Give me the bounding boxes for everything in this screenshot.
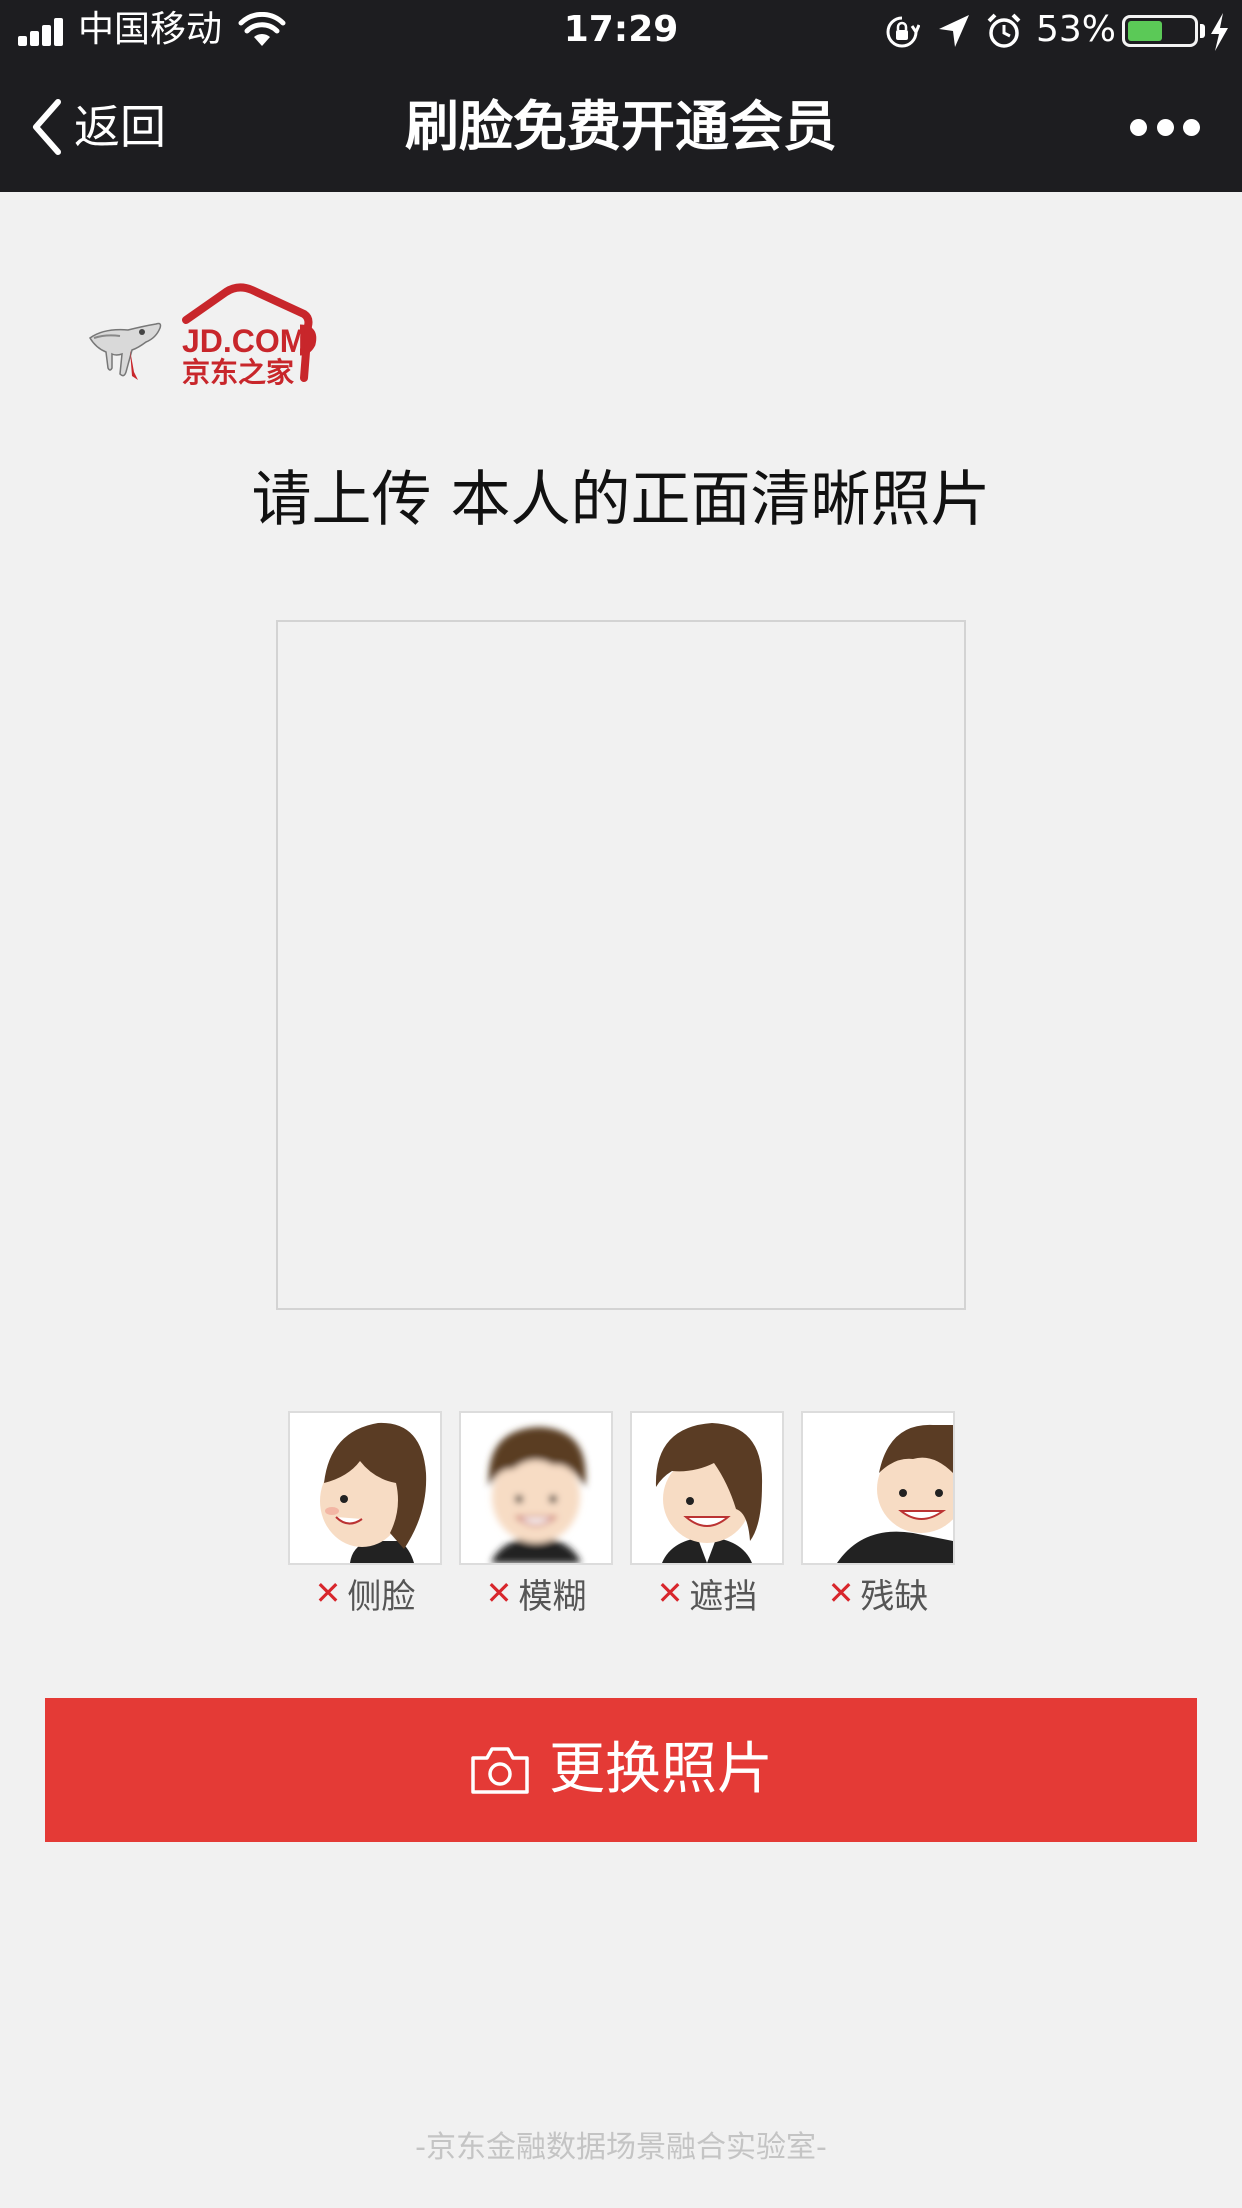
jd-home-logo: JD.COM 京东之家 xyxy=(89,283,317,389)
battery-percent: 53% xyxy=(1036,9,1117,50)
more-dots-icon[interactable] xyxy=(1130,110,1200,144)
change-photo-button[interactable]: 更换照片 xyxy=(45,1698,1197,1842)
cross-icon: ✕ xyxy=(827,1574,855,1612)
example-label: 侧脸 xyxy=(347,1576,416,1617)
logo-text-en: JD.COM xyxy=(182,323,306,359)
occluded-avatar xyxy=(630,1411,784,1565)
page-title: 刷脸免费开通会员 xyxy=(405,95,837,158)
alarm-icon xyxy=(987,13,1021,48)
cross-icon: ✕ xyxy=(485,1574,513,1612)
example-label: 残缺 xyxy=(860,1576,929,1617)
example-cropped: ✕ 残缺 xyxy=(801,1411,955,1617)
cross-icon: ✕ xyxy=(656,1574,684,1612)
nav-bar: 返回 刷脸免费开通会员 xyxy=(0,62,1242,192)
example-occluded: ✕ 遮挡 xyxy=(630,1411,784,1617)
example-label: 模糊 xyxy=(518,1576,587,1617)
cropped-avatar xyxy=(801,1411,955,1565)
example-caption: ✕ 侧脸 xyxy=(288,1571,442,1617)
example-side-face: ✕ 侧脸 xyxy=(288,1411,442,1617)
example-caption: ✕ 残缺 xyxy=(801,1571,955,1617)
status-bar: 中国移动 17:29 53% xyxy=(0,0,1242,62)
upload-instruction: 请上传 本人的正面清晰照片 xyxy=(251,465,991,535)
example-caption: ✕ 模糊 xyxy=(459,1571,613,1617)
charging-icon xyxy=(1211,13,1228,51)
jd-dog-mascot-icon xyxy=(89,322,162,380)
blurry-avatar xyxy=(459,1411,613,1565)
battery-cap xyxy=(1200,24,1205,38)
bad-photo-examples: ✕ 侧脸 ✕ 模糊 ✕ 遮挡 ✕ 残缺 xyxy=(288,1411,955,1617)
location-icon xyxy=(939,15,969,47)
logo-text-cn: 京东之家 xyxy=(182,356,294,389)
side-face-avatar xyxy=(288,1411,442,1565)
camera-icon xyxy=(471,1747,529,1794)
orientation-lock-icon xyxy=(886,16,920,48)
example-blurry: ✕ 模糊 xyxy=(459,1411,613,1617)
footer-credit: -京东金融数据场景融合实验室- xyxy=(415,2130,827,2165)
example-label: 遮挡 xyxy=(689,1576,758,1617)
change-photo-label: 更换照片 xyxy=(549,1737,773,1802)
example-caption: ✕ 遮挡 xyxy=(630,1571,784,1617)
cross-icon: ✕ xyxy=(314,1574,342,1612)
photo-upload-area[interactable] xyxy=(276,620,966,1310)
battery-icon xyxy=(1122,15,1198,47)
